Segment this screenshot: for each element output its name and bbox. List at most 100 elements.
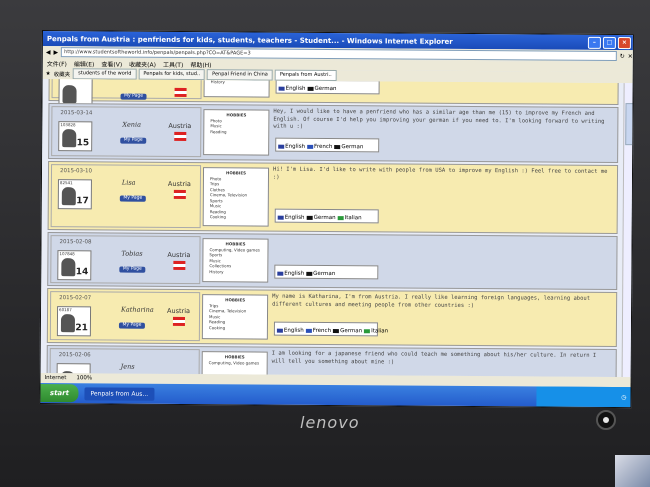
- language-item: Italian: [364, 328, 388, 334]
- flag-icon: [364, 328, 371, 333]
- profile-card: My Page: [51, 79, 202, 108]
- post-date: 2015-02-07: [59, 295, 92, 302]
- taskbar-item-ie[interactable]: Penpals from Aus...: [84, 386, 155, 401]
- language-label: French: [312, 327, 332, 335]
- message-text: Hey, I would like to have a penfriend wh…: [273, 108, 605, 130]
- tab-penpals-for-kids[interactable]: Penpals for kids, stud..: [138, 68, 206, 81]
- tab-students-of-the-world[interactable]: students of the world: [73, 68, 137, 80]
- language-item: German: [307, 85, 337, 93]
- penpal-row: 2015-02-07 60187 21 Katharina My Page Austria…: [46, 288, 618, 348]
- language-item: French: [305, 327, 332, 335]
- my-page-button[interactable]: My Page: [119, 266, 146, 273]
- username[interactable]: Katharina: [121, 306, 154, 314]
- penpal-row: 2015-03-14 103828 15 Xenia My Page Austria HOB…: [48, 103, 619, 164]
- flag-icon: [276, 328, 283, 333]
- stop-icon[interactable]: ✕: [628, 53, 633, 60]
- language-label: German: [340, 328, 363, 335]
- language-item: English: [278, 144, 305, 150]
- languages-box: English German: [274, 264, 379, 280]
- flag-icon: [306, 215, 313, 220]
- avatar[interactable]: 60187 21: [56, 306, 92, 337]
- language-label: German: [341, 144, 364, 151]
- person-icon: [62, 85, 77, 104]
- avatar[interactable]: 107848 14: [57, 250, 92, 281]
- menu-item-help[interactable]: 帮助(H): [190, 60, 211, 69]
- penpal-row: 2015-02-06JensMy PageHOBBIESComputing, V…: [46, 345, 617, 378]
- forward-icon[interactable]: ▶: [53, 49, 58, 56]
- penpal-row: 2015-02-08 107848 14 Tobias My Page Austria HO…: [47, 232, 618, 291]
- flag-icon: [278, 144, 285, 149]
- hobby-item: Cooking: [209, 214, 226, 220]
- hobbies-box: HOBBIES Photo Music Reading: [203, 109, 270, 156]
- penpal-row: My Page MusicReadingHistory English German: [48, 79, 619, 108]
- menu-item-file[interactable]: 文件(F): [47, 59, 67, 68]
- penpal-row: 2015-03-10 82541 17 Lisa My Page Austria HOBBI…: [47, 161, 619, 235]
- flag-icon: [306, 271, 313, 276]
- minimize-icon[interactable]: –: [587, 36, 601, 49]
- hobbies-box: HOBBIES Photo Trips Clothes Cinema, Televisi…: [202, 167, 270, 227]
- language-label: Italian: [371, 328, 389, 335]
- username[interactable]: Jens: [121, 363, 135, 371]
- start-button[interactable]: start: [40, 383, 79, 403]
- profile-card: 2015-02-08 107848 14 Tobias My Page Austria: [50, 235, 201, 285]
- favorites-label[interactable]: 收藏夹: [54, 70, 71, 78]
- back-icon[interactable]: ◀: [46, 49, 51, 56]
- person-icon: [61, 258, 76, 277]
- status-zoom[interactable]: 100%: [76, 373, 92, 383]
- scrollbar[interactable]: [621, 83, 633, 378]
- austria-flag-icon: [173, 189, 186, 200]
- member-id: 60187: [59, 307, 72, 313]
- brand-logo: lenovo: [300, 413, 360, 432]
- hobby-item: History: [209, 268, 224, 274]
- hobbies-box: HOBBIES Trips Cinema, Television Music Readi…: [201, 294, 269, 340]
- my-page-button[interactable]: My Page: [120, 137, 147, 144]
- refresh-icon[interactable]: ↻: [620, 53, 625, 60]
- menu-item-favorites[interactable]: 收藏夹(A): [129, 59, 156, 68]
- language-item: English: [276, 328, 304, 334]
- close-icon[interactable]: ×: [617, 36, 631, 49]
- menu-item-edit[interactable]: 编辑(E): [74, 59, 95, 68]
- language-item: English: [277, 215, 305, 221]
- power-icon[interactable]: [596, 410, 616, 430]
- page-content: My PageMusicReadingHistoryEnglishGerman 2…: [40, 79, 633, 378]
- country: Austria: [167, 250, 191, 260]
- language-item: English: [277, 271, 304, 277]
- flag-icon: [305, 328, 312, 333]
- tab-penpal-china[interactable]: Penpal Friend in China: [207, 69, 273, 81]
- age: 21: [75, 323, 88, 334]
- maximize-icon[interactable]: □: [602, 36, 616, 49]
- language-item: French: [307, 144, 332, 150]
- austria-flag-icon: [174, 87, 187, 98]
- my-page-button[interactable]: My Page: [119, 195, 146, 202]
- post-date: 2015-02-06: [58, 352, 91, 359]
- menu-item-tools[interactable]: 工具(T): [163, 59, 183, 68]
- avatar[interactable]: 103828 15: [58, 121, 93, 152]
- tab-penpals-austria[interactable]: Penpals from Austri..: [274, 69, 337, 82]
- flag-icon: [277, 215, 284, 220]
- menu-item-view[interactable]: 查看(V): [101, 59, 122, 68]
- username[interactable]: Tobias: [121, 250, 142, 258]
- language-label: Italian: [344, 215, 362, 222]
- username[interactable]: Xenia: [122, 121, 141, 129]
- scrollbar-thumb[interactable]: [625, 103, 633, 146]
- username[interactable]: Lisa: [122, 179, 136, 187]
- language-label: German: [314, 85, 337, 93]
- languages-box: English German Italian: [274, 208, 379, 224]
- languages-box: English French German Italian: [273, 321, 388, 337]
- flag-icon: [277, 271, 284, 276]
- profile-card: 2015-02-07 60187 21 Katharina My Page Austria: [49, 291, 201, 342]
- message-text: My name is Katharina, I'm from Austria. …: [272, 293, 591, 309]
- hobbies-box: HOBBIES Computing, Video games Sports Music…: [202, 238, 269, 283]
- languages-box: English French German: [275, 137, 380, 153]
- person-icon: [61, 187, 76, 206]
- post-date: 2015-03-10: [59, 168, 93, 175]
- status-zone: Internet: [44, 375, 67, 382]
- language-item: German: [306, 271, 335, 277]
- favorites-star-icon[interactable]: ★: [46, 71, 51, 77]
- post-date: 2015-02-08: [59, 239, 92, 246]
- hobby-item: History: [210, 79, 225, 85]
- language-label: English: [285, 143, 306, 150]
- avatar[interactable]: 82541 17: [57, 179, 92, 210]
- my-page-button[interactable]: My Page: [118, 322, 145, 329]
- my-page-button[interactable]: My Page: [120, 93, 147, 100]
